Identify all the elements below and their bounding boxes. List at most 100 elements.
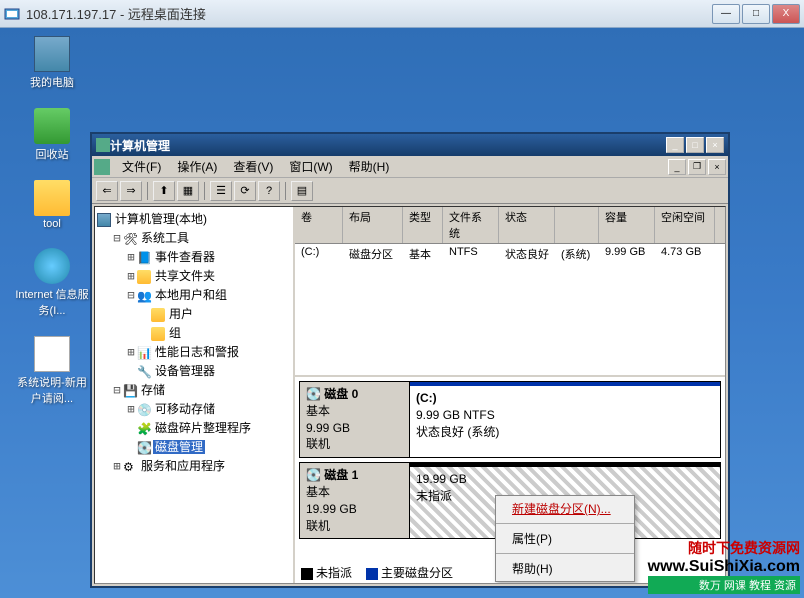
col-fs[interactable]: 文件系统 xyxy=(443,207,499,243)
collapse-icon[interactable]: ⊟ xyxy=(111,383,123,397)
menu-help[interactable]: 帮助(H) xyxy=(341,156,398,177)
expand-icon[interactable]: ⊞ xyxy=(111,459,123,473)
folder-icon xyxy=(137,270,151,284)
close-button[interactable]: X xyxy=(772,4,800,24)
mmc-maximize-button[interactable]: □ xyxy=(686,137,704,153)
legend-swatch-primary xyxy=(366,568,378,580)
tree-users[interactable]: 用户 xyxy=(139,304,291,323)
mdi-close[interactable]: × xyxy=(708,159,726,175)
mmc-icon xyxy=(96,138,110,152)
menu-help[interactable]: 帮助(H) xyxy=(496,556,634,581)
extra-button[interactable]: ▤ xyxy=(291,181,313,201)
window-controls: — □ X xyxy=(712,4,800,24)
tree-defrag[interactable]: 🧩磁盘碎片整理程序 xyxy=(125,418,291,437)
collapse-icon[interactable]: ⊟ xyxy=(111,231,123,245)
menu-separator xyxy=(496,553,634,554)
up-button[interactable]: ⬆ xyxy=(153,181,175,201)
col-free[interactable]: 空闲空间 xyxy=(655,207,715,243)
users-icon: 👥 xyxy=(137,289,151,303)
tree-removable[interactable]: ⊞💿可移动存储 xyxy=(125,399,291,418)
tools-icon: 🛠 xyxy=(123,232,137,246)
menubar: 文件(F) 操作(A) 查看(V) 窗口(W) 帮助(H) _ ❐ × xyxy=(92,156,728,178)
minimize-button[interactable]: — xyxy=(712,4,740,24)
tree-root[interactable]: 计算机管理(本地) xyxy=(97,209,291,228)
collapse-icon[interactable]: ⊟ xyxy=(125,288,137,302)
menu-view[interactable]: 查看(V) xyxy=(225,156,281,177)
tree-diskmgmt[interactable]: 💽磁盘管理 xyxy=(125,437,291,456)
desktop-icon-tool[interactable]: tool xyxy=(12,180,92,230)
tree-devmgr[interactable]: 🔧设备管理器 xyxy=(125,361,291,380)
expand-icon[interactable]: ⊞ xyxy=(125,345,137,359)
menu-window[interactable]: 窗口(W) xyxy=(281,156,340,177)
mmc-titlebar[interactable]: 计算机管理 _ □ × xyxy=(92,134,728,156)
gear-icon: ⚙ xyxy=(123,460,137,474)
tree-event-viewer[interactable]: ⊞📘事件查看器 xyxy=(125,247,291,266)
disk-icon: 💿 xyxy=(137,403,151,417)
desktop-icon-recycle[interactable]: 回收站 xyxy=(12,108,92,162)
tree-systools[interactable]: ⊟🛠系统工具 xyxy=(111,228,291,247)
expand-icon[interactable]: ⊞ xyxy=(125,269,137,283)
mdi-restore[interactable]: ❐ xyxy=(688,159,706,175)
computer-icon xyxy=(97,213,111,227)
expand-icon[interactable]: ⊞ xyxy=(125,250,137,264)
col-status[interactable]: 状态 xyxy=(499,207,555,243)
col-layout[interactable]: 布局 xyxy=(343,207,403,243)
disk-0-volume-c[interactable]: (C:) 9.99 GB NTFS 状态良好 (系统) xyxy=(410,382,720,457)
separator xyxy=(204,182,205,200)
globe-icon xyxy=(34,248,70,284)
col-volume[interactable]: 卷 xyxy=(295,207,343,243)
maximize-button[interactable]: □ xyxy=(742,4,770,24)
remote-desktop[interactable]: 我的电脑 回收站 tool Internet 信息服务(I... 系统说明-新用… xyxy=(0,28,804,598)
defrag-icon: 🧩 xyxy=(137,422,151,436)
folder-icon xyxy=(151,327,165,341)
rdp-title: 108.171.197.17 - 远程桌面连接 xyxy=(26,4,712,23)
disk-0-info[interactable]: 💽 磁盘 0 基本 9.99 GB 联机 xyxy=(300,382,410,457)
properties-button[interactable]: ☰ xyxy=(210,181,232,201)
tree-perf[interactable]: ⊞📊性能日志和警报 xyxy=(125,342,291,361)
menu-new-partition[interactable]: 新建磁盘分区(N)... xyxy=(496,496,634,521)
tree-shared[interactable]: ⊞共享文件夹 xyxy=(125,266,291,285)
volume-row[interactable]: (C:) 磁盘分区 基本 NTFS 状态良好 (系统) 9.99 GB 4.73… xyxy=(295,244,725,264)
menu-file[interactable]: 文件(F) xyxy=(114,156,169,177)
folder-icon xyxy=(151,308,165,322)
content-pane: 卷 布局 类型 文件系统 状态 容量 空闲空间 (C:) 磁盘分区 xyxy=(295,207,725,583)
device-icon: 🔧 xyxy=(137,365,151,379)
legend-swatch-unassigned xyxy=(301,568,313,580)
menu-action[interactable]: 操作(A) xyxy=(169,156,225,177)
rdp-titlebar[interactable]: 108.171.197.17 - 远程桌面连接 — □ X xyxy=(0,0,804,28)
col-extra[interactable] xyxy=(555,207,599,243)
separator xyxy=(285,182,286,200)
storage-icon: 💾 xyxy=(123,384,137,398)
tree-groups[interactable]: 组 xyxy=(139,323,291,342)
col-capacity[interactable]: 容量 xyxy=(599,207,655,243)
col-type[interactable]: 类型 xyxy=(403,207,443,243)
disk-0-row[interactable]: 💽 磁盘 0 基本 9.99 GB 联机 (C:) 9.99 GB NTFS 状… xyxy=(299,381,721,458)
desktop-icons: 我的电脑 回收站 tool Internet 信息服务(I... 系统说明-新用… xyxy=(12,36,92,406)
disk-1-info[interactable]: 💽 磁盘 1 基本 19.99 GB 联机 xyxy=(300,463,410,538)
desktop-icon-iis[interactable]: Internet 信息服务(I... xyxy=(12,248,92,318)
volume-list[interactable]: 卷 布局 类型 文件系统 状态 容量 空闲空间 (C:) 磁盘分区 xyxy=(295,207,725,377)
rdp-window: 108.171.197.17 - 远程桌面连接 — □ X 我的电脑 回收站 t… xyxy=(0,0,804,598)
desktop-icon-mycomputer[interactable]: 我的电脑 xyxy=(12,36,92,90)
back-button[interactable]: ⇐ xyxy=(96,181,118,201)
expand-icon[interactable]: ⊞ xyxy=(125,402,137,416)
mmc-close-button[interactable]: × xyxy=(706,137,724,153)
disk-icon: 💽 xyxy=(137,441,151,455)
show-hide-button[interactable]: ▦ xyxy=(177,181,199,201)
refresh-button[interactable]: ⟳ xyxy=(234,181,256,201)
mdi-minimize[interactable]: _ xyxy=(668,159,686,175)
tree-storage[interactable]: ⊟💾存储 xyxy=(111,380,291,399)
mmc-minimize-button[interactable]: _ xyxy=(666,137,684,153)
separator xyxy=(147,182,148,200)
tree-pane[interactable]: 计算机管理(本地) ⊟🛠系统工具 ⊞📘事件查看器 ⊞共享文件夹 ⊟👥本地用户和组… xyxy=(95,207,295,583)
desktop-icon-readme[interactable]: 系统说明-新用户请阅... xyxy=(12,336,92,406)
watermark: 随时下免费资源网 www.SuiShiXia.com 数万 网课 教程 资源 xyxy=(648,538,800,594)
tree-services[interactable]: ⊞⚙服务和应用程序 xyxy=(111,456,291,475)
forward-button[interactable]: ⇒ xyxy=(120,181,142,201)
menu-properties[interactable]: 属性(P) xyxy=(496,526,634,551)
mmc-title: 计算机管理 xyxy=(110,137,666,154)
tree-localusers[interactable]: ⊟👥本地用户和组 xyxy=(125,285,291,304)
list-header: 卷 布局 类型 文件系统 状态 容量 空闲空间 xyxy=(295,207,725,244)
help-button[interactable]: ? xyxy=(258,181,280,201)
app-icon xyxy=(94,159,110,175)
